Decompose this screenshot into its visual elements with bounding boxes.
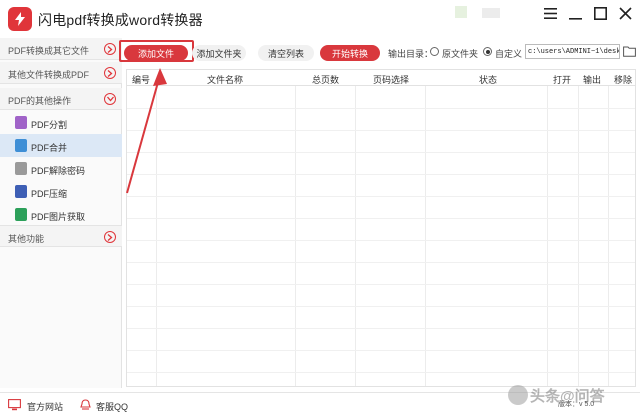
chevron-right-icon (104, 67, 116, 79)
radio-custom-label: 自定义 (495, 49, 523, 59)
website-link[interactable]: 官方网站 (27, 400, 63, 413)
row-divider (127, 152, 635, 153)
sidebar-item-pdf-unlock[interactable]: PDF解除密码 (0, 157, 122, 180)
column-header-pages: 总页数 (312, 75, 340, 85)
pdf-merge-icon (15, 139, 27, 152)
add-file-button[interactable]: 添加文件 (124, 45, 188, 61)
radio-original-folder[interactable] (430, 47, 439, 56)
sidebar-category-label: 其他功能 (8, 234, 45, 244)
row-divider (127, 130, 635, 131)
row-divider (127, 218, 635, 219)
pdf-split-icon (15, 116, 27, 129)
column-divider (578, 70, 579, 386)
clear-list-button[interactable]: 清空列表 (258, 45, 314, 61)
maximize-icon[interactable] (591, 5, 609, 21)
column-divider (156, 70, 157, 386)
support-qq-link[interactable]: 客服QQ (96, 400, 128, 413)
row-divider (127, 284, 635, 285)
radio-custom-folder[interactable] (483, 47, 492, 56)
column-divider (608, 70, 609, 386)
pdf-unlock-icon (15, 162, 27, 175)
title-decoration (482, 8, 500, 18)
column-divider (425, 70, 426, 386)
row-divider (127, 372, 635, 373)
start-convert-button[interactable]: 开始转换 (320, 45, 380, 61)
title-bar: 闪电pdf转换成word转换器 (0, 0, 640, 38)
column-header-filename: 文件名称 (207, 75, 244, 85)
support-qq-icon (80, 399, 91, 410)
row-divider (127, 306, 635, 307)
title-decoration (455, 6, 467, 18)
menu-icon[interactable] (541, 5, 559, 21)
app-logo-icon (8, 7, 32, 31)
chevron-down-icon (104, 93, 116, 105)
app-window: 闪电pdf转换成word转换器 PDF转换成其它文件 其他文件转换成PDF PD… (0, 0, 640, 416)
sidebar-item-label: PDF压缩 (31, 189, 68, 199)
row-divider (127, 174, 635, 175)
sidebar-item-pdf-compress[interactable]: PDF压缩 (0, 180, 122, 203)
chevron-right-icon (104, 43, 116, 55)
minimize-icon[interactable] (566, 5, 584, 21)
app-title: 闪电pdf转换成word转换器 (38, 12, 203, 28)
column-header-page-select: 页码选择 (373, 75, 410, 85)
sidebar-item-pdf-split[interactable]: PDF分割 (0, 111, 122, 134)
output-path-input[interactable]: c:\users\ADMINI~1\desktop (525, 44, 620, 59)
sidebar-item-label: PDF解除密码 (31, 166, 86, 176)
sidebar-category-other-to-pdf[interactable]: 其他文件转换成PDF (0, 62, 122, 84)
sidebar-category-pdf-other-ops[interactable]: PDF的其他操作 (0, 88, 122, 110)
row-divider (127, 350, 635, 351)
sidebar-item-pdf-merge[interactable]: PDF合并 (0, 134, 122, 157)
chevron-right-icon (104, 231, 116, 243)
close-icon[interactable] (616, 5, 634, 21)
sidebar-item-label: PDF合并 (31, 143, 68, 153)
sidebar-category-other-functions[interactable]: 其他功能 (0, 225, 122, 247)
radio-original-label: 原文件夹 (442, 49, 479, 59)
output-dir-label: 输出目录： (388, 49, 434, 59)
sidebar-item-pdf-image[interactable]: PDF图片获取 (0, 203, 122, 226)
row-divider (127, 262, 635, 263)
column-divider (295, 70, 296, 386)
pdf-compress-icon (15, 185, 27, 198)
row-divider (127, 328, 635, 329)
watermark-logo (508, 385, 528, 405)
website-icon (8, 399, 21, 411)
column-header-status: 状态 (479, 75, 498, 85)
sidebar-item-label: PDF分割 (31, 120, 68, 130)
column-header-remove: 移除 (614, 75, 633, 85)
folder-icon[interactable] (623, 45, 636, 57)
sidebar-category-pdf-to-other[interactable]: PDF转换成其它文件 (0, 38, 122, 60)
row-divider (127, 108, 635, 109)
add-folder-button[interactable]: 添加文件夹 (192, 45, 246, 61)
file-table: 编号 文件名称 总页数 页码选择 状态 打开 输出 移除 (126, 69, 636, 387)
sidebar-category-label: PDF转换成其它文件 (8, 46, 90, 56)
column-header-number: 编号 (132, 75, 151, 85)
column-header-open: 打开 (553, 75, 572, 85)
version-label: 版本：v 5.0 (558, 401, 595, 408)
row-divider (127, 196, 635, 197)
sidebar-category-label: PDF的其他操作 (8, 96, 72, 106)
row-divider (127, 240, 635, 241)
column-divider (547, 70, 548, 386)
sidebar: PDF转换成其它文件 其他文件转换成PDF PDF的其他操作 PDF分割 PDF… (0, 38, 122, 388)
sidebar-item-label: PDF图片获取 (31, 212, 86, 222)
column-divider (355, 70, 356, 386)
table-header: 编号 文件名称 总页数 页码选择 状态 打开 输出 移除 (127, 70, 635, 86)
column-header-output: 输出 (583, 75, 602, 85)
sidebar-category-label: 其他文件转换成PDF (8, 70, 90, 80)
pdf-image-icon (15, 208, 27, 221)
